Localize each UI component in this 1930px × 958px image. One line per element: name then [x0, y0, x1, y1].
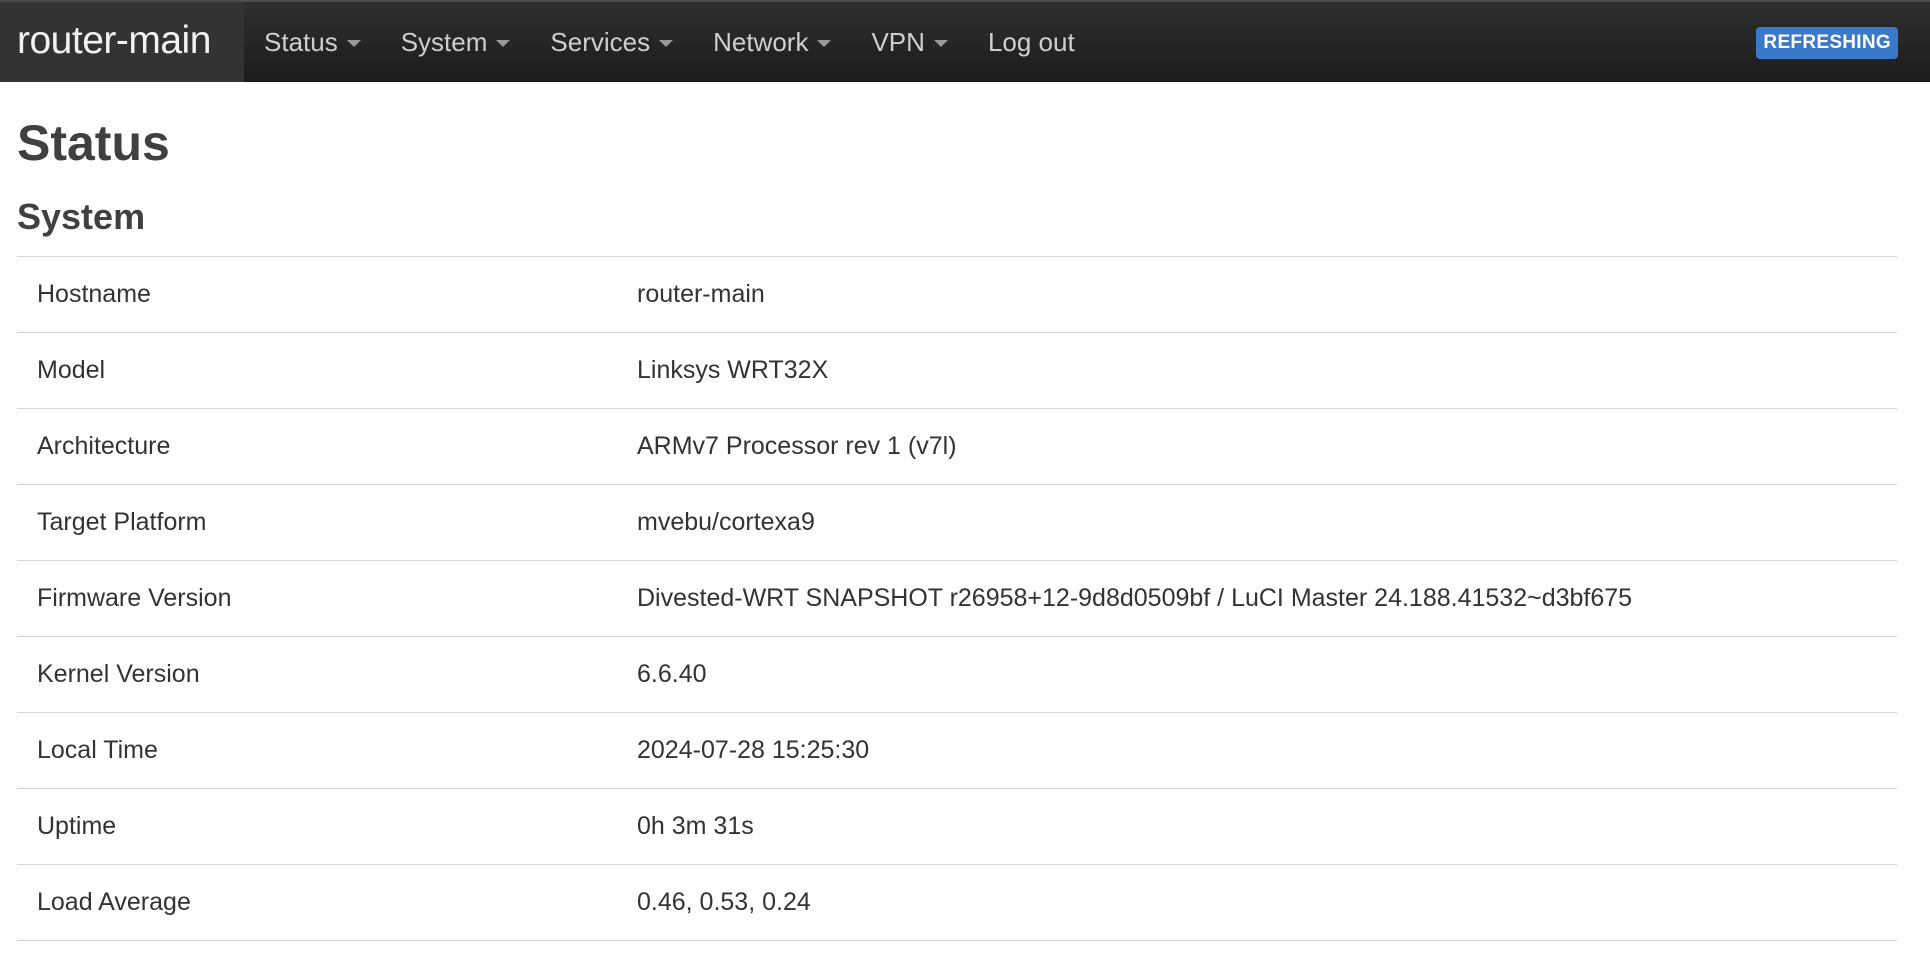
row-value: 0h 3m 31s	[637, 812, 754, 840]
row-key: Model	[37, 356, 106, 384]
table-row: Model Linksys WRT32X	[17, 333, 1897, 409]
menu-label: Log out	[987, 26, 1075, 57]
row-key: Architecture	[37, 432, 171, 460]
table-row: Load Average 0.46, 0.53, 0.24	[17, 865, 1897, 941]
menu-logout[interactable]: Log out	[968, 2, 1095, 82]
caret-down-icon	[933, 39, 948, 47]
page-title: Status	[17, 115, 170, 171]
caret-down-icon	[659, 39, 674, 47]
section-title: System	[17, 196, 146, 237]
menu-services[interactable]: Services	[530, 2, 693, 82]
menu-vpn[interactable]: VPN	[851, 2, 967, 82]
row-value: 6.6.40	[637, 660, 707, 688]
menu-label: System	[400, 26, 488, 57]
caret-down-icon	[496, 39, 511, 47]
table-row: Local Time 2024-07-28 15:25:30	[17, 713, 1897, 789]
table-row: Hostname router-main	[17, 257, 1897, 333]
brand-hostname[interactable]: router-main	[0, 2, 244, 82]
system-info-table: Hostname router-main Model Linksys WRT32…	[17, 256, 1897, 941]
row-value: mvebu/cortexa9	[637, 508, 815, 536]
menu-status[interactable]: Status	[244, 2, 381, 82]
table-row: Target Platform mvebu/cortexa9	[17, 485, 1897, 561]
menu-system[interactable]: System	[381, 2, 531, 82]
table-row: Kernel Version 6.6.40	[17, 637, 1897, 713]
row-value: 0.46, 0.53, 0.24	[637, 888, 811, 916]
caret-down-icon	[817, 39, 832, 47]
row-value: ARMv7 Processor rev 1 (v7l)	[637, 432, 957, 460]
row-key: Uptime	[37, 812, 117, 840]
row-key: Firmware Version	[37, 584, 232, 612]
table-row: Firmware Version Divested-WRT SNAPSHOT r…	[17, 561, 1897, 637]
menu-network[interactable]: Network	[693, 2, 851, 82]
top-navbar: router-main Status System Services Netwo…	[0, 0, 1930, 82]
menu-label: VPN	[871, 26, 925, 57]
menu-label: Status	[264, 26, 338, 57]
row-value: router-main	[637, 280, 765, 308]
row-value: Divested-WRT SNAPSHOT r26958+12-9d8d0509…	[637, 584, 1633, 612]
refreshing-badge[interactable]: REFRESHING	[1756, 27, 1898, 59]
row-key: Local Time	[37, 736, 158, 764]
row-key: Kernel Version	[37, 660, 200, 688]
row-key: Target Platform	[37, 508, 207, 536]
table-row: Architecture ARMv7 Processor rev 1 (v7l)	[17, 409, 1897, 485]
row-key: Hostname	[37, 280, 151, 308]
menu-label: Network	[713, 26, 809, 57]
row-value: Linksys WRT32X	[637, 356, 829, 384]
row-value: 2024-07-28 15:25:30	[637, 736, 870, 764]
row-key: Load Average	[37, 888, 191, 916]
caret-down-icon	[346, 39, 361, 47]
main-menu: Status System Services Network VPN Log o…	[244, 2, 1095, 82]
table-row: Uptime 0h 3m 31s	[17, 789, 1897, 865]
menu-label: Services	[550, 26, 651, 57]
